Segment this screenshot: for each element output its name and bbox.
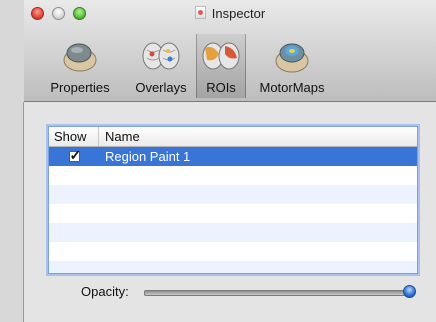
roi-name: Region Paint 1: [105, 149, 191, 164]
tab-rois-label: ROIs: [206, 80, 236, 95]
opacity-slider-knob[interactable]: [403, 285, 416, 298]
document-icon: [194, 6, 206, 19]
show-cell: [49, 147, 99, 166]
tab-rois[interactable]: ROIs: [196, 34, 246, 98]
column-header-name[interactable]: Name: [99, 127, 140, 146]
toolbar: Properties Overlays ROIs MotorMaps: [34, 34, 338, 98]
empty-row: [49, 223, 417, 242]
window-left-edge: [0, 0, 24, 322]
roi-table[interactable]: Show Name Region Paint 1: [48, 126, 418, 274]
show-checkbox[interactable]: [68, 147, 81, 164]
tab-overlays[interactable]: Overlays: [126, 34, 196, 98]
table-header: Show Name: [49, 127, 417, 147]
head-model-icon: [63, 43, 97, 72]
empty-row: [49, 185, 417, 204]
brain-roi-icon: [202, 42, 240, 70]
opacity-label: Opacity:: [81, 284, 129, 299]
tab-overlays-label: Overlays: [135, 80, 187, 95]
titlebar: Inspector Properties Overlays ROIs Motor…: [24, 0, 436, 102]
inspector-window: Inspector Properties Overlays ROIs Motor…: [0, 0, 436, 322]
table-row[interactable]: Region Paint 1: [49, 147, 417, 166]
brain-overlay-icon: [142, 42, 180, 70]
window-title: Inspector: [211, 6, 266, 21]
tab-motormaps[interactable]: MotorMaps: [246, 34, 338, 98]
window-title-area: Inspector: [24, 6, 436, 21]
tab-properties[interactable]: Properties: [34, 34, 126, 98]
column-header-show[interactable]: Show: [49, 127, 99, 146]
empty-row: [49, 261, 417, 273]
tab-motormaps-label: MotorMaps: [259, 80, 325, 95]
opacity-slider-track[interactable]: [144, 290, 414, 296]
empty-row: [49, 166, 417, 185]
tab-properties-label: Properties: [50, 80, 110, 95]
empty-row: [49, 242, 417, 261]
motor-map-icon: [275, 43, 309, 73]
empty-row: [49, 204, 417, 223]
